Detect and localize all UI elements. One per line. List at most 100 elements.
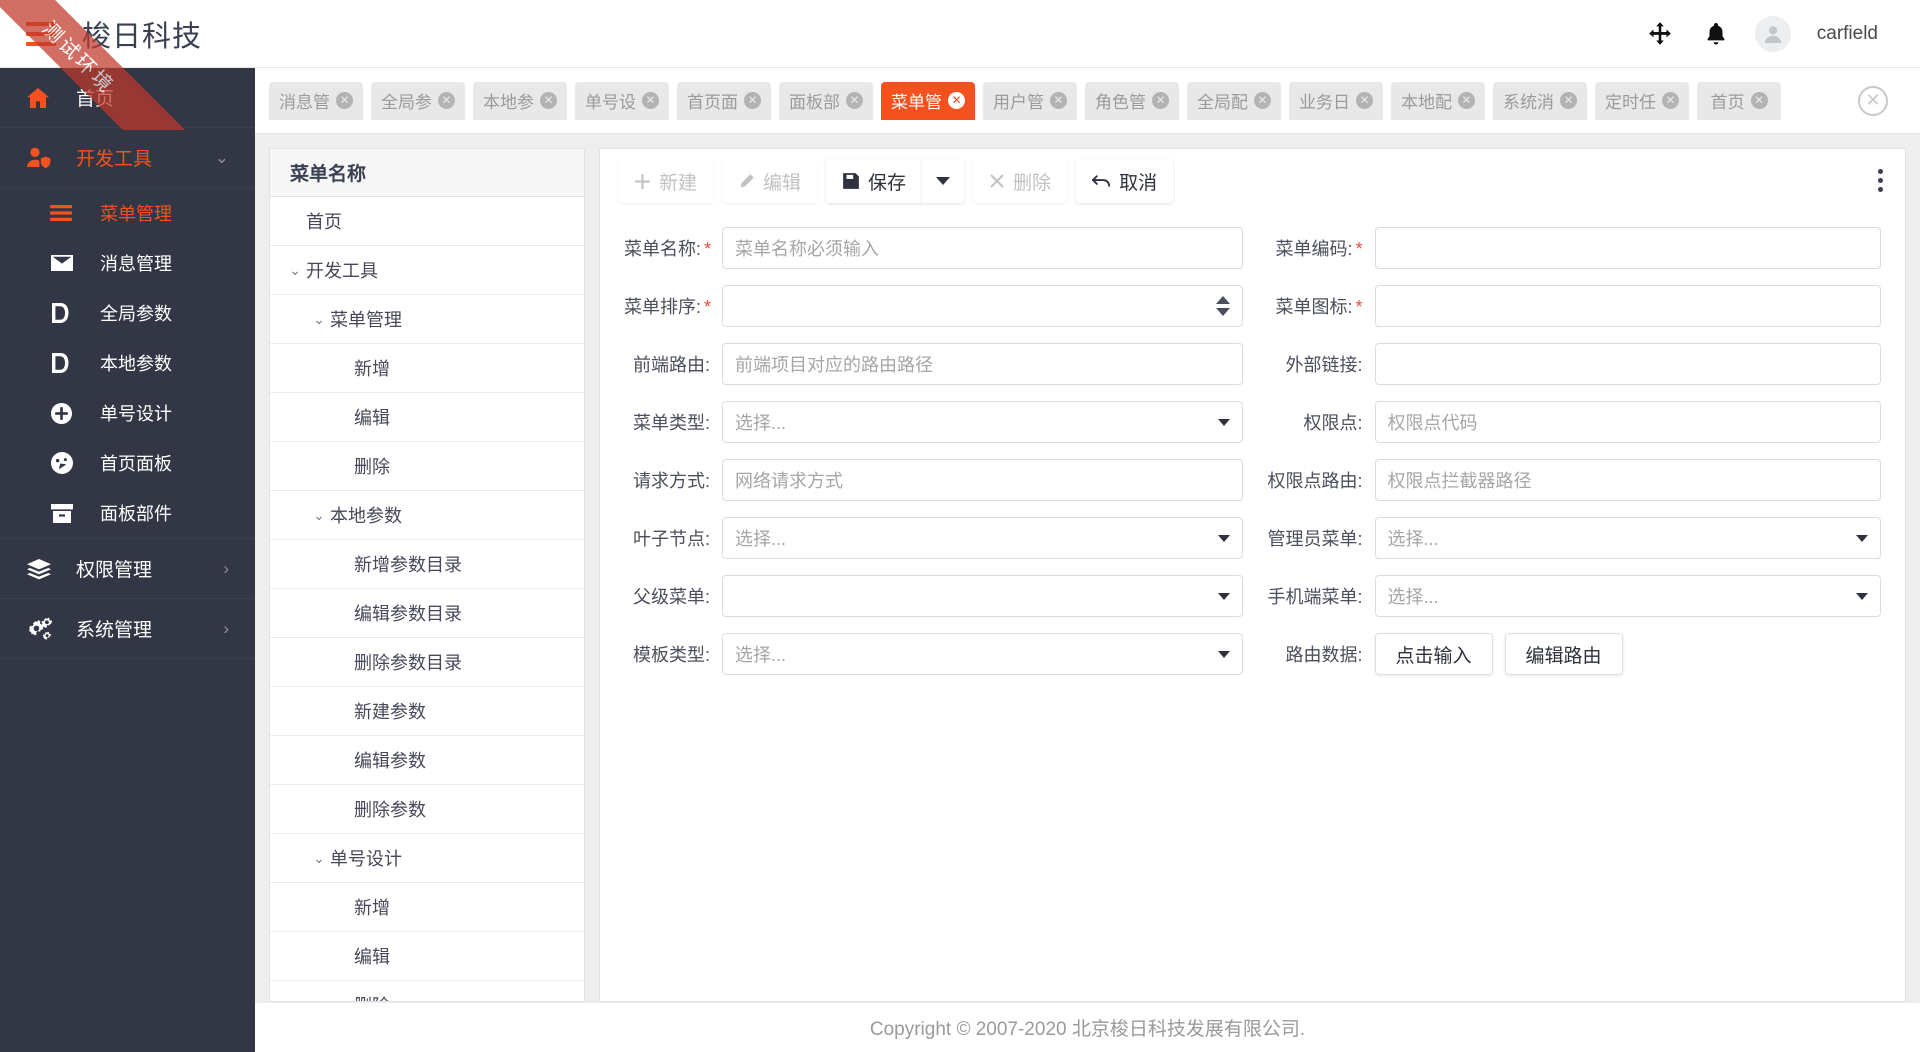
sidebar-item-global-params[interactable]: 全局参数 [0, 288, 255, 338]
tab-item[interactable]: 首页 ✕ [1697, 81, 1781, 120]
sidebar-group-system-management[interactable]: 系统管理 › [0, 599, 255, 659]
chevron-down-icon[interactable] [1856, 534, 1868, 542]
tab-close-icon[interactable]: ✕ [1050, 92, 1067, 109]
tab-close-icon[interactable]: ✕ [948, 92, 965, 109]
tree-row[interactable]: 删除 [270, 981, 584, 1001]
new-button[interactable]: 新建 [618, 159, 714, 203]
form-input[interactable] [1374, 285, 1881, 327]
tree-row[interactable]: 删除参数目录 [270, 638, 584, 687]
route-action-button[interactable]: 编辑路由 [1504, 633, 1623, 675]
delete-button[interactable]: 删除 [973, 159, 1068, 203]
tab-close-icon[interactable]: ✕ [1458, 92, 1475, 109]
form-spinner[interactable] [722, 285, 1243, 327]
tab-close-icon[interactable]: ✕ [438, 92, 455, 109]
tab-close-icon[interactable]: ✕ [540, 92, 557, 109]
save-dropdown-button[interactable] [922, 159, 965, 203]
edit-button[interactable]: 编辑 [722, 159, 818, 203]
sidebar-group-dev-tools[interactable]: 开发工具 ⌄ [0, 128, 255, 188]
tab-close-icon[interactable]: ✕ [1356, 92, 1373, 109]
tab-close-icon[interactable]: ✕ [1254, 92, 1271, 109]
form-select[interactable]: 选择... [1374, 517, 1881, 559]
tree-row[interactable]: 删除 [270, 442, 584, 491]
form-select[interactable] [722, 575, 1243, 617]
chevron-down-icon[interactable] [1217, 534, 1230, 542]
form-select[interactable]: 选择... [722, 517, 1243, 559]
form-select[interactable]: 选择... [1374, 575, 1881, 617]
move-arrows-icon[interactable] [1643, 17, 1677, 51]
tree-row[interactable]: ⌄ 单号设计 [270, 834, 584, 883]
spinner-up-icon[interactable] [1215, 296, 1230, 304]
tree-row[interactable]: ⌄ 开发工具 [270, 246, 584, 295]
tab-item[interactable]: 菜单管 ✕ [881, 81, 975, 120]
tab-item[interactable]: 定时任 ✕ [1595, 81, 1689, 120]
tab-item[interactable]: 全局配 ✕ [1187, 81, 1281, 120]
tab-item[interactable]: 角色管 ✕ [1085, 81, 1179, 120]
tab-item[interactable]: 面板部 ✕ [779, 81, 873, 120]
form-input[interactable]: 前端项目对应的路由路径 [722, 343, 1243, 385]
chevron-down-icon[interactable] [1217, 418, 1230, 426]
chevron-down-icon[interactable] [1217, 650, 1230, 658]
bell-icon[interactable] [1699, 17, 1733, 51]
tree-row[interactable]: 新增参数目录 [270, 540, 584, 589]
tab-item[interactable]: 单号设 ✕ [575, 81, 669, 120]
chevron-down-icon[interactable] [1856, 592, 1868, 600]
chevron-down-icon[interactable] [1217, 592, 1230, 600]
tab-item[interactable]: 系统消 ✕ [1493, 81, 1587, 120]
cancel-button[interactable]: 取消 [1076, 159, 1174, 203]
kebab-menu-icon[interactable] [1878, 169, 1883, 192]
save-button[interactable]: 保存 [826, 159, 923, 203]
close-all-tabs-icon[interactable]: ✕ [1858, 85, 1888, 116]
tab-item[interactable]: 首页面 ✕ [677, 81, 771, 120]
chevron-down-icon[interactable]: ⌄ [308, 311, 330, 328]
chevron-down-icon[interactable]: ⌄ [284, 262, 306, 279]
tree-row[interactable]: 编辑 [270, 932, 584, 981]
tab-item[interactable]: 用户管 ✕ [983, 81, 1077, 120]
avatar[interactable] [1754, 15, 1791, 52]
tree-row[interactable]: ⌄ 本地参数 [270, 491, 584, 540]
sidebar-item-menu-management[interactable]: 菜单管理 [0, 188, 255, 238]
tab-close-icon[interactable]: ✕ [1750, 92, 1768, 109]
tab-item[interactable]: 本地参 ✕ [473, 81, 567, 120]
tab-item[interactable]: 消息管 ✕ [269, 81, 363, 120]
tree-row[interactable]: 编辑参数 [270, 736, 584, 785]
sidebar-item-message-management[interactable]: 消息管理 [0, 238, 255, 288]
form-input[interactable]: 权限点拦截器路径 [1374, 459, 1881, 501]
form-select[interactable]: 选择... [722, 633, 1243, 675]
form-input[interactable]: 菜单名称必须输入 [722, 227, 1243, 269]
tab-item[interactable]: 业务日 ✕ [1289, 81, 1383, 120]
tree-row[interactable]: 编辑参数目录 [270, 589, 584, 638]
form-select[interactable]: 选择... [722, 401, 1243, 443]
hamburger-icon[interactable] [26, 21, 56, 46]
spinner-down-icon[interactable] [1215, 308, 1230, 316]
tab-close-icon[interactable]: ✕ [336, 92, 353, 109]
tree-row[interactable]: 新建参数 [270, 687, 584, 736]
tree-row[interactable]: 编辑 [270, 393, 584, 442]
tab-close-icon[interactable]: ✕ [642, 92, 659, 109]
sidebar-group-permission-management[interactable]: 权限管理 › [0, 539, 255, 599]
chevron-down-icon[interactable]: ⌄ [308, 507, 330, 524]
tab-close-icon[interactable]: ✕ [846, 92, 863, 109]
tree-row[interactable]: ⌄ 菜单管理 [270, 295, 584, 344]
chevron-down-icon[interactable]: ⌄ [308, 850, 330, 867]
sidebar-item-bill-number-design[interactable]: 单号设计 [0, 388, 255, 438]
tab-close-icon[interactable]: ✕ [744, 92, 761, 109]
sidebar-item-home[interactable]: 首页 [0, 68, 255, 128]
tab-item[interactable]: 全局参 ✕ [371, 81, 465, 120]
tree-row[interactable]: 新增 [270, 883, 584, 932]
tree-row[interactable]: 删除参数 [270, 785, 584, 834]
spinner-arrows[interactable] [1215, 296, 1230, 316]
route-action-button[interactable]: 点击输入 [1374, 633, 1493, 675]
tab-item[interactable]: 本地配 ✕ [1391, 81, 1485, 120]
tab-close-icon[interactable]: ✕ [1152, 92, 1169, 109]
form-input[interactable] [1374, 343, 1881, 385]
sidebar-item-panel-widgets[interactable]: 面板部件 [0, 488, 255, 538]
tab-close-icon[interactable]: ✕ [1662, 92, 1679, 109]
form-input[interactable] [1374, 227, 1881, 269]
form-input[interactable]: 权限点代码 [1374, 401, 1881, 443]
tree-row[interactable]: 首页 [270, 197, 584, 246]
sidebar-item-local-params[interactable]: 本地参数 [0, 338, 255, 388]
tab-close-icon[interactable]: ✕ [1560, 92, 1577, 109]
form-input[interactable]: 网络请求方式 [722, 459, 1243, 501]
sidebar-item-home-dashboard[interactable]: 首页面板 [0, 438, 255, 488]
tree-row[interactable]: 新增 [270, 344, 584, 393]
